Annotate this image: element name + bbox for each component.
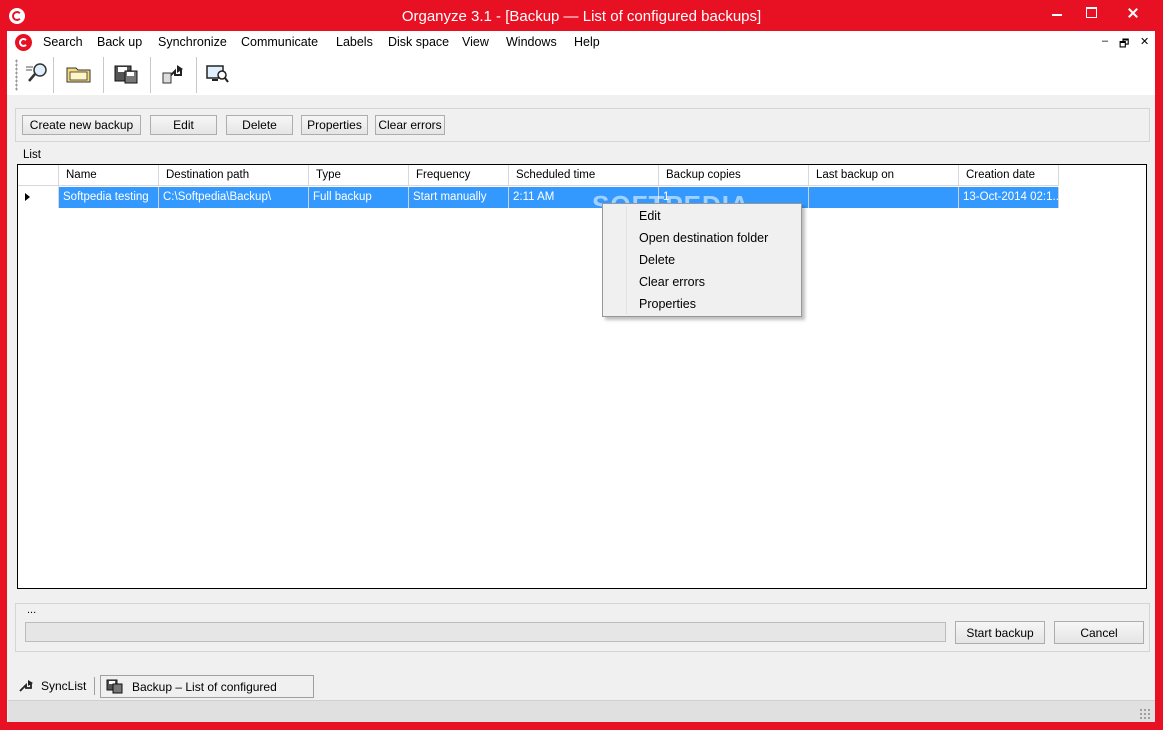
menu-search[interactable]: Search — [43, 35, 83, 49]
toolbar-grip[interactable] — [15, 59, 18, 91]
context-menu-edit[interactable]: Edit — [639, 209, 661, 223]
context-menu-open-destination-folder[interactable]: Open destination folder — [639, 231, 768, 245]
toolbar-separator — [196, 57, 197, 93]
close-button[interactable] — [1110, 1, 1156, 25]
mdi-restore-button[interactable]: 🗗 — [1119, 35, 1129, 54]
tab-backup-list[interactable]: Backup – List of configured backups — [100, 675, 314, 717]
menu-labels[interactable]: Labels — [336, 35, 373, 49]
backup-disk-icon — [106, 679, 123, 694]
context-menu-clear-errors[interactable]: Clear errors — [639, 275, 705, 289]
cell-type[interactable]: Full backup — [309, 187, 409, 208]
delete-button[interactable]: Delete — [226, 115, 293, 135]
col-frequency[interactable]: Frequency — [409, 165, 509, 186]
col-destination-path[interactable]: Destination path — [159, 165, 309, 186]
menu-disk-space[interactable]: Disk space — [388, 35, 449, 49]
col-type[interactable]: Type — [309, 165, 409, 186]
create-new-backup-button[interactable]: Create new backup — [22, 115, 141, 135]
menu-windows[interactable]: Windows — [506, 35, 557, 49]
cell-destination-path[interactable]: C:\Softpedia\Backup\ — [159, 187, 309, 208]
tab-synclist-label: SyncList — [41, 679, 87, 693]
search-tool-icon[interactable] — [23, 59, 53, 89]
col-backup-copies[interactable]: Backup copies — [659, 165, 809, 186]
edit-button[interactable]: Edit — [150, 115, 217, 135]
grid-corner — [18, 165, 59, 186]
context-menu-properties[interactable]: Properties — [639, 297, 696, 311]
current-row-arrow-icon — [25, 193, 30, 201]
progress-status-text: ... — [27, 604, 37, 616]
context-menu-gutter — [605, 206, 627, 314]
menu-view[interactable]: View — [462, 35, 489, 49]
backup-progress-bar — [25, 622, 946, 642]
col-name[interactable]: Name — [59, 165, 159, 186]
clear-errors-button[interactable]: Clear errors — [375, 115, 445, 135]
backups-grid[interactable]: Name Destination path Type Frequency Sch… — [17, 164, 1147, 589]
toolbar-separator — [150, 57, 151, 93]
toolbar — [7, 53, 1155, 95]
toolbar-separator — [53, 57, 54, 93]
col-last-backup-on[interactable]: Last backup on — [809, 165, 959, 186]
sync-icon — [19, 680, 33, 692]
status-bar — [8, 700, 1155, 722]
cell-frequency[interactable]: Start manually — [409, 187, 509, 208]
cell-creation-date[interactable]: 13-Oct-2014 02:1... — [959, 187, 1059, 208]
list-label: List — [23, 149, 41, 161]
col-scheduled-time[interactable]: Scheduled time — [509, 165, 659, 186]
folder-tool-icon[interactable] — [64, 59, 94, 89]
context-menu-delete[interactable]: Delete — [639, 253, 675, 267]
menu-back-up[interactable]: Back up — [97, 35, 142, 49]
start-backup-button[interactable]: Start backup — [955, 621, 1045, 644]
resize-grip-icon[interactable] — [1139, 708, 1151, 720]
mdi-child-logo-icon[interactable] — [15, 34, 32, 51]
context-menu: Edit Open destination folder Delete Clea… — [602, 203, 802, 317]
col-creation-date[interactable]: Creation date — [959, 165, 1059, 186]
minimize-button[interactable] — [1042, 1, 1072, 25]
tab-separator — [94, 677, 95, 695]
mdi-minimize-button[interactable]: – — [1102, 35, 1108, 47]
cell-last-backup-on[interactable] — [809, 187, 959, 208]
menu-bar: Search Back up Synchronize Communicate L… — [7, 31, 1155, 53]
tab-synclist[interactable]: SyncList — [14, 675, 98, 698]
mdi-close-button[interactable]: ✕ — [1140, 35, 1149, 48]
sync-arrows-icon[interactable] — [159, 59, 189, 89]
menu-synchronize[interactable]: Synchronize — [158, 35, 227, 49]
toolbar-separator — [103, 57, 104, 93]
maximize-button[interactable] — [1076, 1, 1106, 25]
menu-help[interactable]: Help — [574, 35, 600, 49]
window-title: Organyze 3.1 - [Backup — List of configu… — [401, 8, 762, 25]
title-bar[interactable]: Organyze 3.1 - [Backup — List of configu… — [1, 1, 1162, 32]
window-tab-strip: SyncList Backup – List of configured bac… — [10, 673, 1153, 717]
menu-communicate[interactable]: Communicate — [241, 35, 318, 49]
cancel-button[interactable]: Cancel — [1054, 621, 1144, 644]
cell-name[interactable]: Softpedia testing — [59, 187, 159, 208]
monitor-search-icon[interactable] — [203, 59, 233, 89]
properties-button[interactable]: Properties — [301, 115, 368, 135]
backup-disk-icon[interactable] — [111, 59, 141, 89]
